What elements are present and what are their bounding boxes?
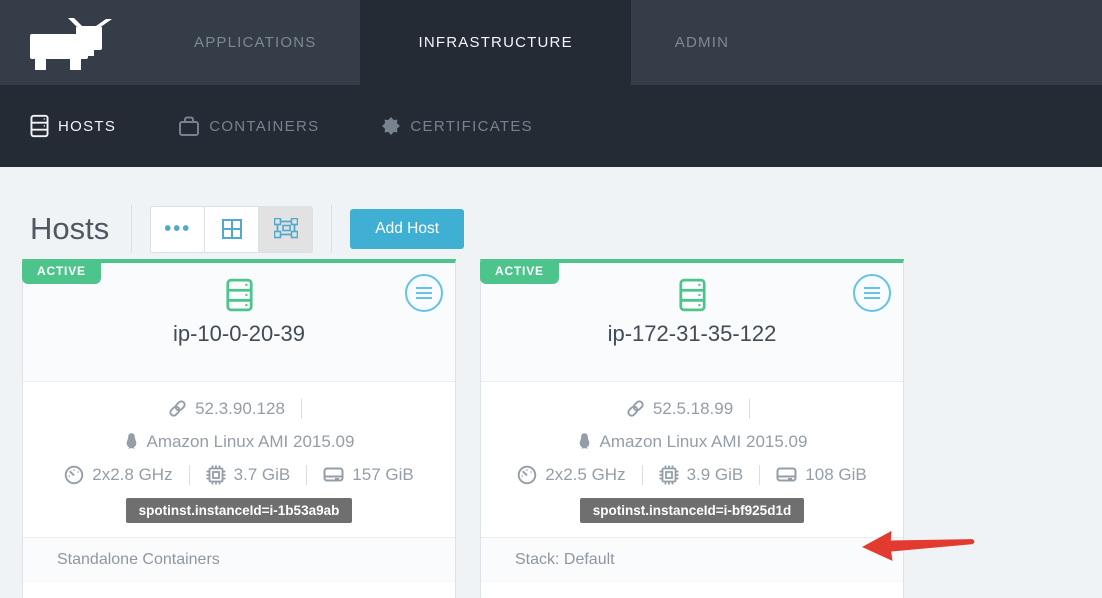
top-tabs: APPLICATIONS INFRASTRUCTURE ADMIN [150, 0, 773, 85]
server-icon [30, 114, 49, 138]
host-label-tag: spotinst.instanceId=i-1b53a9ab [126, 498, 353, 523]
host-name[interactable]: ip-172-31-35-122 [481, 321, 903, 347]
grid-icon [221, 218, 243, 240]
divider [331, 205, 332, 253]
host-cpu: 2x2.5 GHz [545, 465, 625, 485]
divider [301, 399, 302, 419]
container-icon [178, 115, 200, 137]
subnav-item-certificates[interactable]: CERTIFICATES [381, 116, 533, 136]
status-badge: ACTIVE [22, 259, 101, 284]
host-ip: 52.3.90.128 [195, 399, 285, 419]
status-badge: ACTIVE [480, 259, 559, 284]
host-ip: 52.5.18.99 [653, 399, 733, 419]
host-card: ACTIVE ip-172-31-35-122 [480, 259, 904, 598]
subnav-label-containers: CONTAINERS [209, 118, 319, 135]
link-icon [168, 399, 187, 418]
divider [642, 465, 643, 485]
list-view-button[interactable]: ••• [150, 206, 205, 253]
subnav-item-containers[interactable]: CONTAINERS [178, 115, 319, 137]
subnav-label-certificates: CERTIFICATES [410, 118, 533, 135]
host-memory: 3.7 GiB [234, 465, 291, 485]
host-ip-row: 52.3.90.128 [23, 392, 455, 425]
view-mode-group: ••• [150, 206, 313, 253]
grid-view-button[interactable] [204, 206, 259, 253]
host-os: Amazon Linux AMI 2015.09 [147, 432, 355, 452]
host-card-footer: Standalone Containers [23, 537, 455, 583]
cpu-gauge-icon [64, 465, 84, 485]
memory-chip-icon [659, 465, 679, 485]
page-title: Hosts [30, 211, 109, 247]
add-host-button[interactable]: Add Host [350, 209, 464, 249]
infrastructure-subnav: HOSTS CONTAINERS CERTIFICATES [0, 85, 1102, 167]
host-specs-row: 2x2.8 GHz 3.7 GiB [23, 458, 455, 491]
linux-penguin-icon [124, 432, 139, 451]
hosts-toolbar: Hosts ••• [0, 167, 1102, 259]
host-cpu: 2x2.8 GHz [92, 465, 172, 485]
divider [759, 465, 760, 485]
host-storage: 157 GiB [352, 465, 413, 485]
host-name[interactable]: ip-10-0-20-39 [23, 321, 455, 347]
link-icon [626, 399, 645, 418]
tab-admin[interactable]: ADMIN [631, 0, 773, 85]
server-icon [678, 278, 707, 312]
disk-icon [776, 465, 797, 484]
footer-partial-text: Standalone Containers [57, 551, 220, 568]
footer-partial-text: Stack: Default [515, 551, 615, 568]
linux-penguin-icon [577, 432, 592, 451]
host-specs-row: 2x2.5 GHz 3.9 GiB [481, 458, 903, 491]
divider [306, 465, 307, 485]
tab-infrastructure[interactable]: INFRASTRUCTURE [360, 0, 630, 85]
cpu-gauge-icon [517, 465, 537, 485]
divider [131, 205, 132, 253]
disk-icon [323, 465, 344, 484]
divider [189, 465, 190, 485]
host-menu-button[interactable] [405, 274, 443, 312]
top-navbar: APPLICATIONS INFRASTRUCTURE ADMIN [0, 0, 1102, 85]
subnav-item-hosts[interactable]: HOSTS [30, 114, 116, 138]
host-label-tag: spotinst.instanceId=i-bf925d1d [580, 498, 804, 523]
host-labels-row: spotinst.instanceId=i-bf925d1d [481, 491, 903, 524]
divider [749, 399, 750, 419]
ellipsis-icon: ••• [164, 224, 191, 234]
host-card-body: 52.3.90.128 Amazon Linux AMI 2015.09 [23, 381, 455, 524]
memory-chip-icon [206, 465, 226, 485]
server-icon [225, 278, 254, 312]
subnav-label-hosts: HOSTS [58, 118, 116, 135]
machine-view-button[interactable] [258, 206, 313, 253]
host-card: ACTIVE ip-10-0-20-39 [22, 259, 456, 598]
host-memory: 3.9 GiB [687, 465, 744, 485]
host-card-body: 52.5.18.99 Amazon Linux AMI 2015.09 [481, 381, 903, 524]
certificate-seal-icon [381, 116, 401, 136]
host-menu-button[interactable] [853, 274, 891, 312]
host-ip-row: 52.5.18.99 [481, 392, 903, 425]
host-os-row: Amazon Linux AMI 2015.09 [23, 425, 455, 458]
hosts-page: Hosts ••• [0, 167, 1102, 598]
tab-applications[interactable]: APPLICATIONS [150, 0, 360, 85]
machine-view-icon [274, 218, 298, 240]
host-cards: ACTIVE ip-10-0-20-39 [0, 259, 1102, 598]
host-card-footer: Stack: Default [481, 537, 903, 583]
host-storage: 108 GiB [805, 465, 866, 485]
host-labels-row: spotinst.instanceId=i-1b53a9ab [23, 491, 455, 524]
host-os: Amazon Linux AMI 2015.09 [600, 432, 808, 452]
rancher-cow-icon [28, 14, 114, 72]
host-os-row: Amazon Linux AMI 2015.09 [481, 425, 903, 458]
rancher-logo[interactable] [0, 0, 150, 85]
